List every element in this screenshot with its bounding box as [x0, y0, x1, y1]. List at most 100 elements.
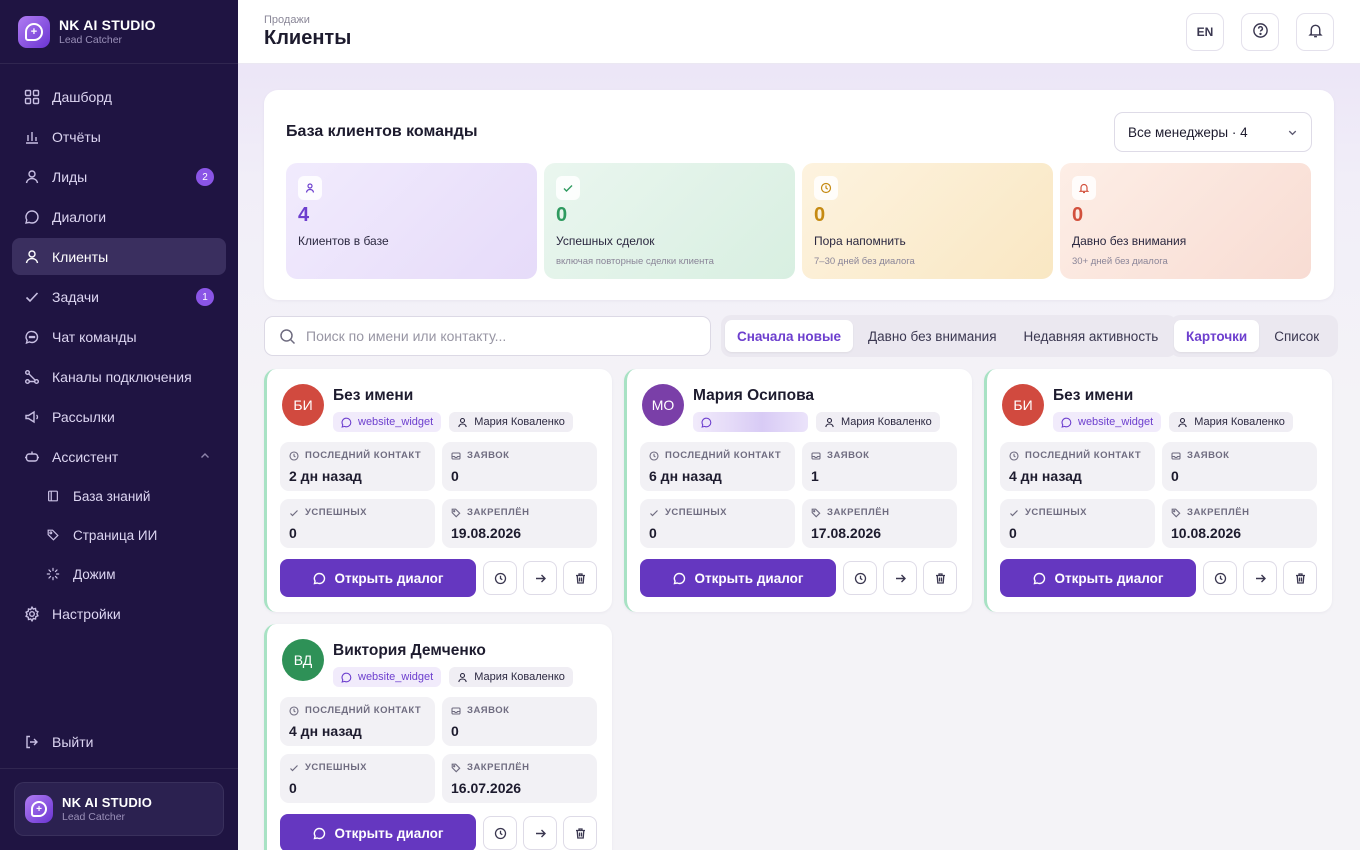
stat-card-deals[interactable]: 0 Успешных сделок включая повторные сдел…: [544, 163, 795, 279]
sidebar-item-assistant[interactable]: Ассистент: [12, 438, 226, 475]
metric-requests: ЗАЯВОК 1: [802, 442, 957, 491]
breadcrumb[interactable]: Продажи: [264, 14, 351, 26]
client-name[interactable]: Без имени: [333, 387, 413, 405]
stat-note: 7–30 дней без диалога: [814, 256, 915, 267]
client-name[interactable]: Без имени: [1053, 387, 1133, 405]
help-button[interactable]: [1241, 13, 1279, 51]
app-logo-icon: +: [25, 795, 53, 823]
metric-value: 10.08.2026: [1171, 525, 1242, 541]
remind-button[interactable]: [1203, 561, 1237, 595]
stat-card-clients[interactable]: 4 Клиентов в базе: [286, 163, 537, 279]
transfer-button[interactable]: [523, 561, 557, 595]
brand[interactable]: + NK AI STUDIO Lead Catcher: [0, 0, 238, 64]
sidebar-item-label: Чат команды: [52, 328, 137, 345]
chat-icon: [1061, 417, 1072, 428]
arrow-right-icon: [535, 574, 546, 582]
megaphone-icon: [24, 409, 40, 425]
workspace-card[interactable]: + NK AI STUDIO Lead Catcher: [14, 782, 224, 836]
sidebar-item-settings[interactable]: Настройки: [12, 595, 226, 632]
delete-button[interactable]: [563, 561, 597, 595]
transfer-button[interactable]: [523, 816, 557, 850]
metric-label: УСПЕШНЫХ: [305, 762, 367, 773]
robot-icon: [24, 449, 40, 465]
sidebar-item-label: Задачи: [52, 288, 100, 305]
client-card[interactable]: БИ Без имени website_widget Мария Ковале…: [264, 369, 612, 612]
logout-icon: [24, 734, 40, 750]
client-card[interactable]: МО Мария Осипова Мария Коваленко ПОСЛЕДН…: [624, 369, 972, 612]
open-dialog-button[interactable]: Открыть диалог: [640, 559, 836, 597]
sidebar-subitem-ai-page[interactable]: Страница ИИ: [12, 517, 226, 553]
search-input[interactable]: Поиск по имени или контакту...: [264, 316, 711, 356]
sidebar-item-channels[interactable]: Каналы подключения: [12, 358, 226, 395]
notifications-button[interactable]: [1296, 13, 1334, 51]
sidebar-subitem-label: Дожим: [73, 566, 116, 582]
remind-button[interactable]: [483, 561, 517, 595]
check-icon: [290, 764, 298, 771]
delete-button[interactable]: [1283, 561, 1317, 595]
metric-requests: ЗАЯВОК 0: [442, 697, 597, 746]
open-dialog-button[interactable]: Открыть диалог: [280, 559, 476, 597]
inbox-icon: [451, 451, 461, 460]
chevron-up-icon[interactable]: [198, 449, 212, 463]
main-area: Продажи Клиенты EN База клиентов команды…: [238, 0, 1360, 850]
metric-assigned: ЗАКРЕПЛЁН 16.07.2026: [442, 754, 597, 803]
metric-value: 16.07.2026: [451, 780, 522, 796]
sidebar-item-dashboard[interactable]: Дашборд: [12, 78, 226, 115]
sidebar-item-leads[interactable]: Лиды 2: [12, 158, 226, 195]
tasks-count-badge: 1: [196, 288, 214, 306]
sidebar-subitem-followup[interactable]: Дожим: [12, 556, 226, 592]
delete-button[interactable]: [923, 561, 957, 595]
language-button[interactable]: EN: [1186, 13, 1224, 51]
logout-label: Выйти: [52, 733, 94, 750]
metric-successful: УСПЕШНЫХ 0: [280, 499, 435, 548]
open-dialog-button[interactable]: Открыть диалог: [280, 814, 476, 850]
open-dialog-label: Открыть диалог: [694, 570, 804, 586]
tag-icon: [1171, 508, 1181, 517]
tab-sort-neglected[interactable]: Давно без внимания: [856, 320, 1009, 352]
delete-button[interactable]: [563, 816, 597, 850]
manager-select[interactable]: Все менеджеры · 4: [1114, 112, 1312, 152]
manager-chip: Мария Коваленко: [1169, 412, 1293, 432]
tab-view-list[interactable]: Список: [1262, 320, 1331, 352]
trash-icon: [935, 572, 945, 584]
stat-card-remind[interactable]: 0 Пора напомнить 7–30 дней без диалога: [802, 163, 1053, 279]
sidebar-item-tasks[interactable]: Задачи 1: [12, 278, 226, 315]
remind-button[interactable]: [483, 816, 517, 850]
sidebar-item-mailings[interactable]: Рассылки: [12, 398, 226, 435]
avatar: БИ: [282, 384, 324, 426]
tab-sort-newest[interactable]: Сначала новые: [725, 320, 853, 352]
stat-card-neglected[interactable]: 0 Давно без внимания 30+ дней без диалог…: [1060, 163, 1311, 279]
sidebar-item-label: Лиды: [52, 168, 88, 185]
help-icon: [1252, 22, 1269, 42]
metric-value: 0: [649, 525, 657, 541]
client-name[interactable]: Виктория Демченко: [333, 642, 486, 660]
remind-button[interactable]: [843, 561, 877, 595]
inbox-icon: [811, 451, 821, 460]
sidebar-item-clients[interactable]: Клиенты: [12, 238, 226, 275]
transfer-button[interactable]: [883, 561, 917, 595]
client-card[interactable]: БИ Без имени website_widget Мария Ковале…: [984, 369, 1332, 612]
sidebar-item-reports[interactable]: Отчёты: [12, 118, 226, 155]
tab-view-cards[interactable]: Карточки: [1174, 320, 1260, 352]
client-card[interactable]: ВД Виктория Демченко website_widget Мари…: [264, 624, 612, 850]
user-icon: [458, 417, 467, 427]
bell-icon: [1072, 176, 1096, 200]
logout-button[interactable]: Выйти: [12, 723, 226, 760]
check-icon: [290, 509, 298, 516]
tab-sort-recent-activity[interactable]: Недавняя активность: [1012, 320, 1171, 352]
sidebar-subitem-knowledge-base[interactable]: База знаний: [12, 478, 226, 514]
metric-label: ЗАЯВОК: [467, 450, 510, 461]
client-name[interactable]: Мария Осипова: [693, 387, 814, 405]
source-chip: website_widget: [333, 412, 442, 432]
stat-note: 30+ дней без диалога: [1072, 256, 1168, 267]
open-dialog-button[interactable]: Открыть диалог: [1000, 559, 1196, 597]
arrow-right-icon: [535, 829, 546, 837]
sidebar-item-dialogs[interactable]: Диалоги: [12, 198, 226, 235]
clock-icon: [494, 572, 506, 584]
transfer-button[interactable]: [1243, 561, 1277, 595]
metric-label: ПОСЛЕДНИЙ КОНТАКТ: [305, 450, 422, 461]
sidebar-item-team-chat[interactable]: Чат команды: [12, 318, 226, 355]
link-icon: [24, 369, 40, 385]
trash-icon: [575, 572, 585, 584]
sidebar-item-label: Отчёты: [52, 128, 101, 145]
